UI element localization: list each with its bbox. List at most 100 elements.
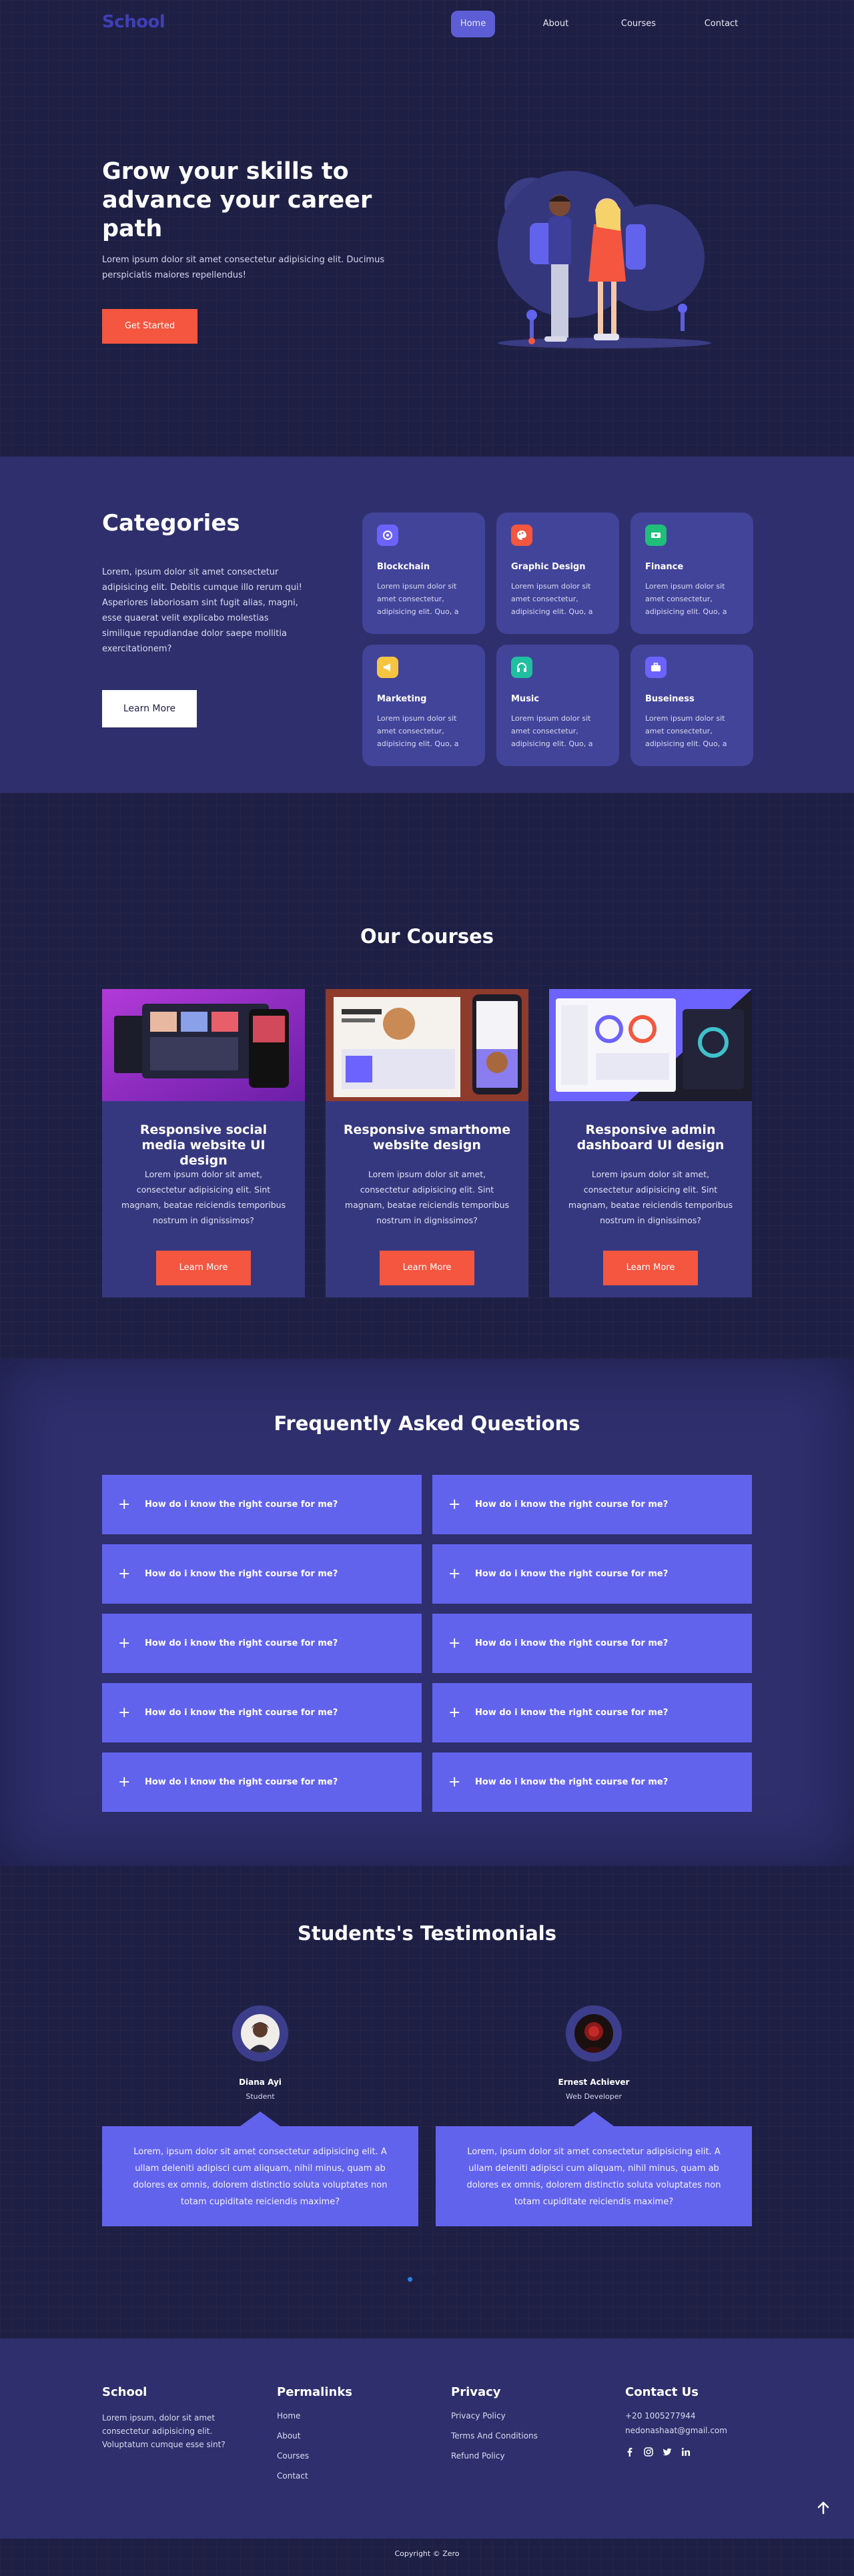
footer-contact-title: Contact Us xyxy=(625,2385,699,2399)
category-desc: Lorem ipsum dolor sit amet consectetur, … xyxy=(511,714,593,748)
testimonial-text: Lorem, ipsum dolor sit amet consectetur … xyxy=(102,2126,418,2226)
testimonials-title: Students's Testimonials xyxy=(298,1922,556,1945)
avatar xyxy=(574,2014,613,2053)
facebook-icon[interactable] xyxy=(625,2447,634,2457)
testimonial-role: Web Developer xyxy=(565,2092,622,2101)
footer-link-refund[interactable]: Refund Policy xyxy=(451,2451,538,2461)
carousel-dots xyxy=(408,2277,442,2282)
category-name: Music xyxy=(511,694,540,704)
category-card-finance[interactable]: Finance Lorem ipsum dolor sit amet conse… xyxy=(630,513,753,634)
plus-icon: + xyxy=(448,1565,461,1582)
category-card-graphic-design[interactable]: Graphic Design Lorem ipsum dolor sit ame… xyxy=(496,513,619,634)
category-card-business[interactable]: Buseiness Lorem ipsum dolor sit amet con… xyxy=(630,645,753,766)
get-started-button[interactable]: Get Started xyxy=(102,309,197,344)
footer-email[interactable]: nedonashaat@gmail.com xyxy=(625,2426,727,2435)
faq-item[interactable]: + How do i know the right course for me? xyxy=(432,1752,752,1812)
faq-item[interactable]: + How do i know the right course for me? xyxy=(102,1752,422,1812)
money-icon xyxy=(645,525,667,546)
course-learn-more-button[interactable]: Learn More xyxy=(156,1251,251,1285)
avatar xyxy=(241,2014,280,2053)
course-desc: Lorem ipsum dolor sit amet, consectetur … xyxy=(344,1169,510,1225)
testimonial-name: Ernest Achiever xyxy=(558,2077,630,2087)
speech-arrow xyxy=(574,2112,614,2126)
category-desc: Lorem ipsum dolor sit amet consectetur, … xyxy=(645,582,727,616)
footer: School Lorem ipsum, dolor sit amet conse… xyxy=(0,2338,854,2539)
footer-school-title: School xyxy=(102,2385,147,2399)
category-desc: Lorem ipsum dolor sit amet consectetur, … xyxy=(377,582,459,616)
course-card: Responsive smarthome website design Lore… xyxy=(326,989,528,1297)
twitter-icon[interactable] xyxy=(663,2447,672,2457)
category-name: Marketing xyxy=(377,694,427,704)
category-desc: Lorem ipsum dolor sit amet consectetur, … xyxy=(511,582,593,616)
courses-grid: Responsive social media website UI desig… xyxy=(102,989,752,1297)
faq-question: How do i know the right course for me? xyxy=(475,1708,669,1718)
footer-permalinks: Permalinks Home About Courses Contact xyxy=(277,2385,352,2491)
plus-icon: + xyxy=(118,1634,131,1652)
category-card-blockchain[interactable]: Blockchain Lorem ipsum dolor sit amet co… xyxy=(362,513,485,634)
faq-item[interactable]: + How do i know the right course for me? xyxy=(432,1614,752,1673)
footer-link-contact[interactable]: Contact xyxy=(277,2471,352,2481)
course-desc: Lorem ipsum dolor sit amet, consectetur … xyxy=(121,1169,286,1225)
faq-question: How do i know the right course for me? xyxy=(475,1638,669,1648)
faq-question: How do i know the right course for me? xyxy=(475,1500,669,1510)
hero-text: Lorem ipsum dolor sit amet consectetur a… xyxy=(102,255,385,280)
faq-question: How do i know the right course for me? xyxy=(145,1500,338,1510)
carousel-dot[interactable] xyxy=(408,2277,412,2282)
footer-link-courses[interactable]: Courses xyxy=(277,2451,352,2461)
course-thumbnail-admin-dashboard xyxy=(549,989,752,1101)
social-links xyxy=(625,2447,727,2457)
carousel-dot[interactable] xyxy=(430,2277,435,2282)
course-name: Responsive smarthome website design xyxy=(343,1122,511,1153)
briefcase-icon xyxy=(645,657,667,678)
course-learn-more-button[interactable]: Learn More xyxy=(603,1251,698,1285)
faq-grid: + How do i know the right course for me? … xyxy=(102,1475,752,1812)
categories-section: Categories Lorem, ipsum dolor sit amet c… xyxy=(0,456,854,793)
faq-question: How do i know the right course for me? xyxy=(145,1638,338,1648)
category-card-marketing[interactable]: Marketing Lorem ipsum dolor sit amet con… xyxy=(362,645,485,766)
footer-link-privacy-policy[interactable]: Privacy Policy xyxy=(451,2411,538,2421)
faq-item[interactable]: + How do i know the right course for me? xyxy=(432,1475,752,1534)
categories-learn-more-button[interactable]: Learn More xyxy=(102,690,197,727)
categories-title: Categories xyxy=(102,510,240,537)
avatar-ring xyxy=(232,2005,288,2061)
faq-item[interactable]: + How do i know the right course for me? xyxy=(432,1683,752,1742)
testimonial-text: Lorem, ipsum dolor sit amet consectetur … xyxy=(436,2126,752,2226)
faq-question: How do i know the right course for me? xyxy=(145,1569,338,1579)
footer-link-terms[interactable]: Terms And Conditions xyxy=(451,2431,538,2441)
faq-item[interactable]: + How do i know the right course for me? xyxy=(102,1683,422,1742)
faq-item[interactable]: + How do i know the right course for me? xyxy=(102,1544,422,1604)
plus-icon: + xyxy=(118,1704,131,1721)
faq-item[interactable]: + How do i know the right course for me? xyxy=(432,1544,752,1604)
testimonial: Diana Ayi Student Lorem, ipsum dolor sit… xyxy=(102,2005,418,2226)
plus-icon: + xyxy=(118,1496,131,1513)
faq-question: How do i know the right course for me? xyxy=(145,1777,338,1787)
testimonial-role: Student xyxy=(246,2092,275,2101)
footer-link-home[interactable]: Home xyxy=(277,2411,352,2421)
avatar-ring xyxy=(566,2005,622,2061)
arrow-up-icon[interactable] xyxy=(815,2500,831,2516)
carousel-dot[interactable] xyxy=(419,2277,424,2282)
category-name: Buseiness xyxy=(645,694,695,704)
palette-icon xyxy=(511,525,532,546)
testimonial: Ernest Achiever Web Developer Lorem, ips… xyxy=(436,2005,752,2226)
plus-icon: + xyxy=(118,1565,131,1582)
instagram-icon[interactable] xyxy=(644,2447,653,2457)
plus-icon: + xyxy=(118,1773,131,1791)
course-card: Responsive admin dashboard UI design Lor… xyxy=(549,989,752,1297)
categories-text: Lorem, ipsum dolor sit amet consectetur … xyxy=(102,567,302,654)
course-learn-more-button[interactable]: Learn More xyxy=(380,1251,474,1285)
category-desc: Lorem ipsum dolor sit amet consectetur, … xyxy=(645,714,727,748)
plus-icon: + xyxy=(448,1496,461,1513)
faq-item[interactable]: + How do i know the right course for me? xyxy=(102,1614,422,1673)
linkedin-icon[interactable] xyxy=(681,2447,691,2457)
course-name: Responsive admin dashboard UI design xyxy=(576,1122,725,1153)
hero-illustration xyxy=(498,171,711,348)
plus-icon: + xyxy=(448,1704,461,1721)
footer-link-about[interactable]: About xyxy=(277,2431,352,2441)
faq-item[interactable]: + How do i know the right course for me? xyxy=(102,1475,422,1534)
course-desc: Lorem ipsum dolor sit amet, consectetur … xyxy=(568,1169,733,1225)
category-card-music[interactable]: Music Lorem ipsum dolor sit amet consect… xyxy=(496,645,619,766)
course-thumbnail-smarthome xyxy=(326,989,528,1101)
footer-contact: Contact Us +20 1005277944 nedonashaat@gm… xyxy=(625,2385,727,2457)
footer-phone: +20 1005277944 xyxy=(625,2411,696,2421)
